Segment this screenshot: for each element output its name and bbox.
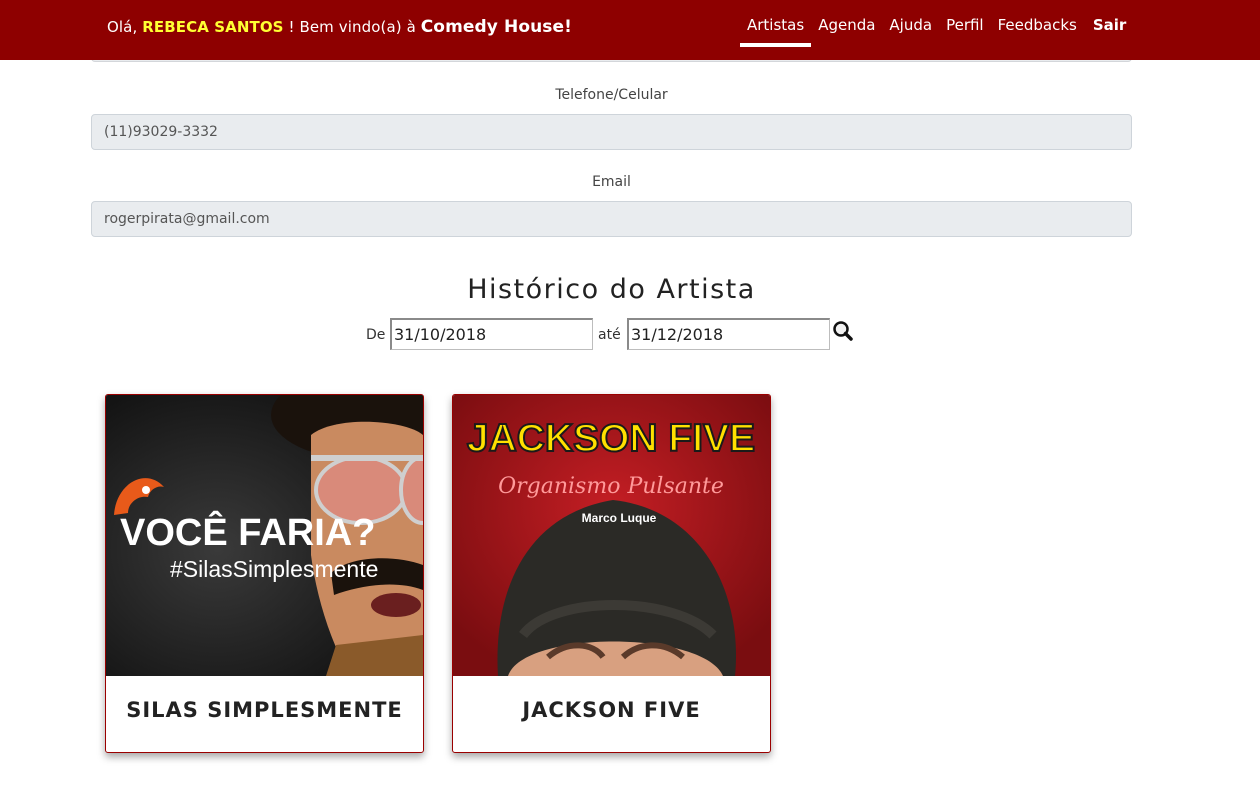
artist-name: JACKSON FIVE [522, 698, 701, 722]
jackson-poster-subtitle: Organismo Pulsante [498, 474, 724, 499]
from-date-label: De [366, 327, 386, 343]
jackson-poster-image: JACKSON FIVE Organismo Pulsante Marco Lu… [453, 395, 770, 676]
artist-poster-silas: VOCÊ FARIA? #SilasSimplesmente [106, 395, 423, 676]
silas-poster-image: VOCÊ FARIA? #SilasSimplesmente [106, 395, 423, 676]
artist-card-silas[interactable]: VOCÊ FARIA? #SilasSimplesmente SILAS SIM… [105, 394, 424, 753]
top-navbar: Olá, REBECA SANTOS ! Bem vindo(a) à Come… [0, 0, 1260, 60]
artist-card-jackson[interactable]: JACKSON FIVE Organismo Pulsante Marco Lu… [452, 394, 771, 753]
nav-link-sair[interactable]: Sair [1086, 0, 1133, 47]
nav-link-agenda[interactable]: Agenda [811, 0, 882, 47]
nav-link-perfil[interactable]: Perfil [939, 0, 991, 47]
nav-link-artistas[interactable]: Artistas [740, 0, 812, 47]
greeting-prefix: Olá, [107, 18, 138, 36]
to-date-input[interactable] [627, 318, 830, 350]
greeting-middle: ! Bem vindo(a) à [288, 18, 416, 36]
magnifier-icon [833, 321, 853, 341]
from-date-input[interactable] [390, 318, 593, 350]
user-name: REBECA SANTOS [142, 18, 284, 36]
brand-name: Comedy House! [420, 17, 573, 37]
silas-poster-headline: VOCÊ FARIA? [120, 510, 375, 554]
search-button[interactable] [832, 320, 854, 342]
silas-poster-hashtag: #SilasSimplesmente [170, 556, 378, 582]
phone-field[interactable] [91, 114, 1132, 150]
nav-link-feedbacks[interactable]: Feedbacks [991, 0, 1084, 47]
history-title: Histórico do Artista [467, 274, 756, 305]
to-date-label: até [598, 327, 621, 343]
greeting-text: Olá, REBECA SANTOS ! Bem vindo(a) à Come… [107, 17, 572, 37]
jackson-poster-credit: Marco Luque [582, 511, 657, 525]
email-label: Email [592, 174, 631, 190]
nav-links: Artistas Agenda Ajuda Perfil Feedbacks S… [740, 0, 1133, 60]
artist-name: SILAS SIMPLESMENTE [126, 698, 403, 722]
jackson-poster-headline: JACKSON FIVE [467, 417, 755, 460]
phone-label: Telefone/Celular [555, 87, 668, 103]
nav-link-ajuda[interactable]: Ajuda [882, 0, 939, 47]
email-field[interactable] [91, 201, 1132, 237]
artist-poster-jackson: JACKSON FIVE Organismo Pulsante Marco Lu… [453, 395, 770, 676]
